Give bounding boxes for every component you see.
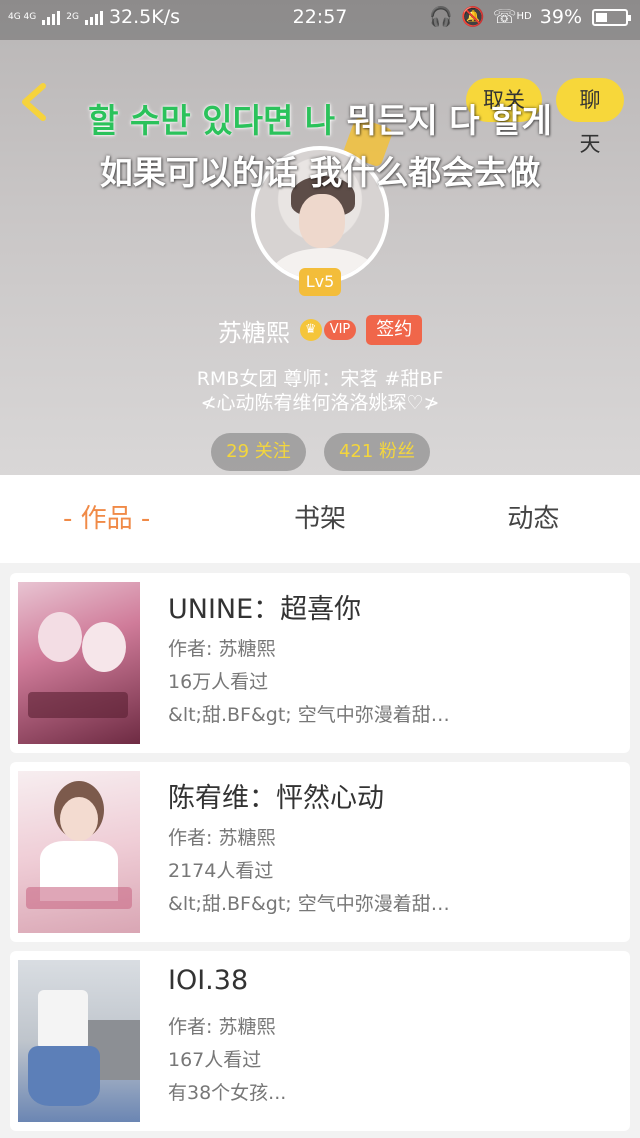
bio-line-2: ≮心动陈宥维何洛洛姚琛♡≯ [200,392,440,414]
vip-badge: ♛ VIP [299,318,357,342]
mute-bell-icon: 🔕 [461,6,485,28]
cover-title-art [28,692,128,718]
book-description: &lt;甜.BF&gt; 空气中弥漫着甜… [168,893,450,915]
lyric-korean-highlight: 할 수만 있다면 나 [88,101,336,140]
book-views: 16万人看过 [168,671,269,693]
contract-badge: 签约 [366,315,423,345]
cover-figure-face [60,797,98,841]
book-title: UNINE：超喜你 [168,594,362,625]
tab-activity[interactable]: 动态 [427,475,640,563]
following-count-button[interactable]: 29 关注 [211,433,306,471]
book-description: 有38个女孩... [168,1082,287,1104]
book-cover-image [18,771,140,933]
book-author: 作者: 苏糖熙 [168,827,276,849]
crown-icon: ♛ [299,319,322,341]
headset-icon: 🎧 [429,6,454,28]
tab-works[interactable]: - 作品 - [0,475,213,563]
vip-label: VIP [323,320,357,340]
book-views: 167人看过 [168,1049,262,1071]
hd-label: HD [516,11,532,22]
battery-icon [592,8,631,26]
book-item[interactable]: UNINE：超喜你 作者: 苏糖熙 16万人看过 &lt;甜.BF&gt; 空气… [10,573,630,753]
fans-count-button[interactable]: 421 粉丝 [324,433,430,471]
cover-figure [82,622,126,672]
tab-bookshelf[interactable]: 书架 [213,475,426,563]
book-views: 2174人看过 [168,860,274,882]
book-title: IOI.38 [168,965,249,996]
battery-fill [596,12,607,22]
book-item[interactable]: 陈宥维：怦然心动 作者: 苏糖熙 2174人看过 &lt;甜.BF&gt; 空气… [10,762,630,942]
cover-figure-shirt [38,990,88,1050]
cover-title-art [26,887,132,909]
avatar-face [299,194,345,248]
status-right: 🎧 🔕 ☏HD 39% [429,0,631,34]
profile-header: 4G 4G 2G 32.5K/s 22:57 🎧 🔕 ☏HD 39% 取关 聊天… [0,0,640,475]
book-title: 陈宥维：怦然心动 [168,783,384,814]
book-item[interactable]: IOI.38 作者: 苏糖熙 167人看过 有38个女孩... [10,951,630,1131]
lyric-chinese: 如果可以的话 我什么都会去做 [99,153,541,192]
book-description: &lt;甜.BF&gt; 空气中弥漫着甜… [168,704,450,726]
lyric-korean: 할 수만 있다면 나 뭐든지 다 할게 [0,94,640,142]
cover-figure-skirt [28,1046,100,1106]
book-cover-image [18,582,140,744]
status-bar: 4G 4G 2G 32.5K/s 22:57 🎧 🔕 ☏HD 39% [0,0,640,34]
profile-tabs: - 作品 - 书架 动态 [0,475,640,563]
lyric-korean-rest: 뭐든지 다 할게 [335,101,552,140]
phone-icon: ☏ [492,6,517,28]
bio-line-1: RMB女团 尊师：宋茗 #甜BF [196,368,444,390]
book-author: 作者: 苏糖熙 [168,638,276,660]
book-author: 作者: 苏糖熙 [168,1016,276,1038]
username-row: 苏糖熙 ♛ VIP 签约 [0,312,640,348]
username: 苏糖熙 [217,318,290,347]
battery-percent: 39% [539,6,582,28]
level-badge: Lv5 [299,268,341,296]
book-cover-image [18,960,140,1122]
cover-figure [38,612,82,662]
hd-call-icon: ☏HD [493,0,532,34]
